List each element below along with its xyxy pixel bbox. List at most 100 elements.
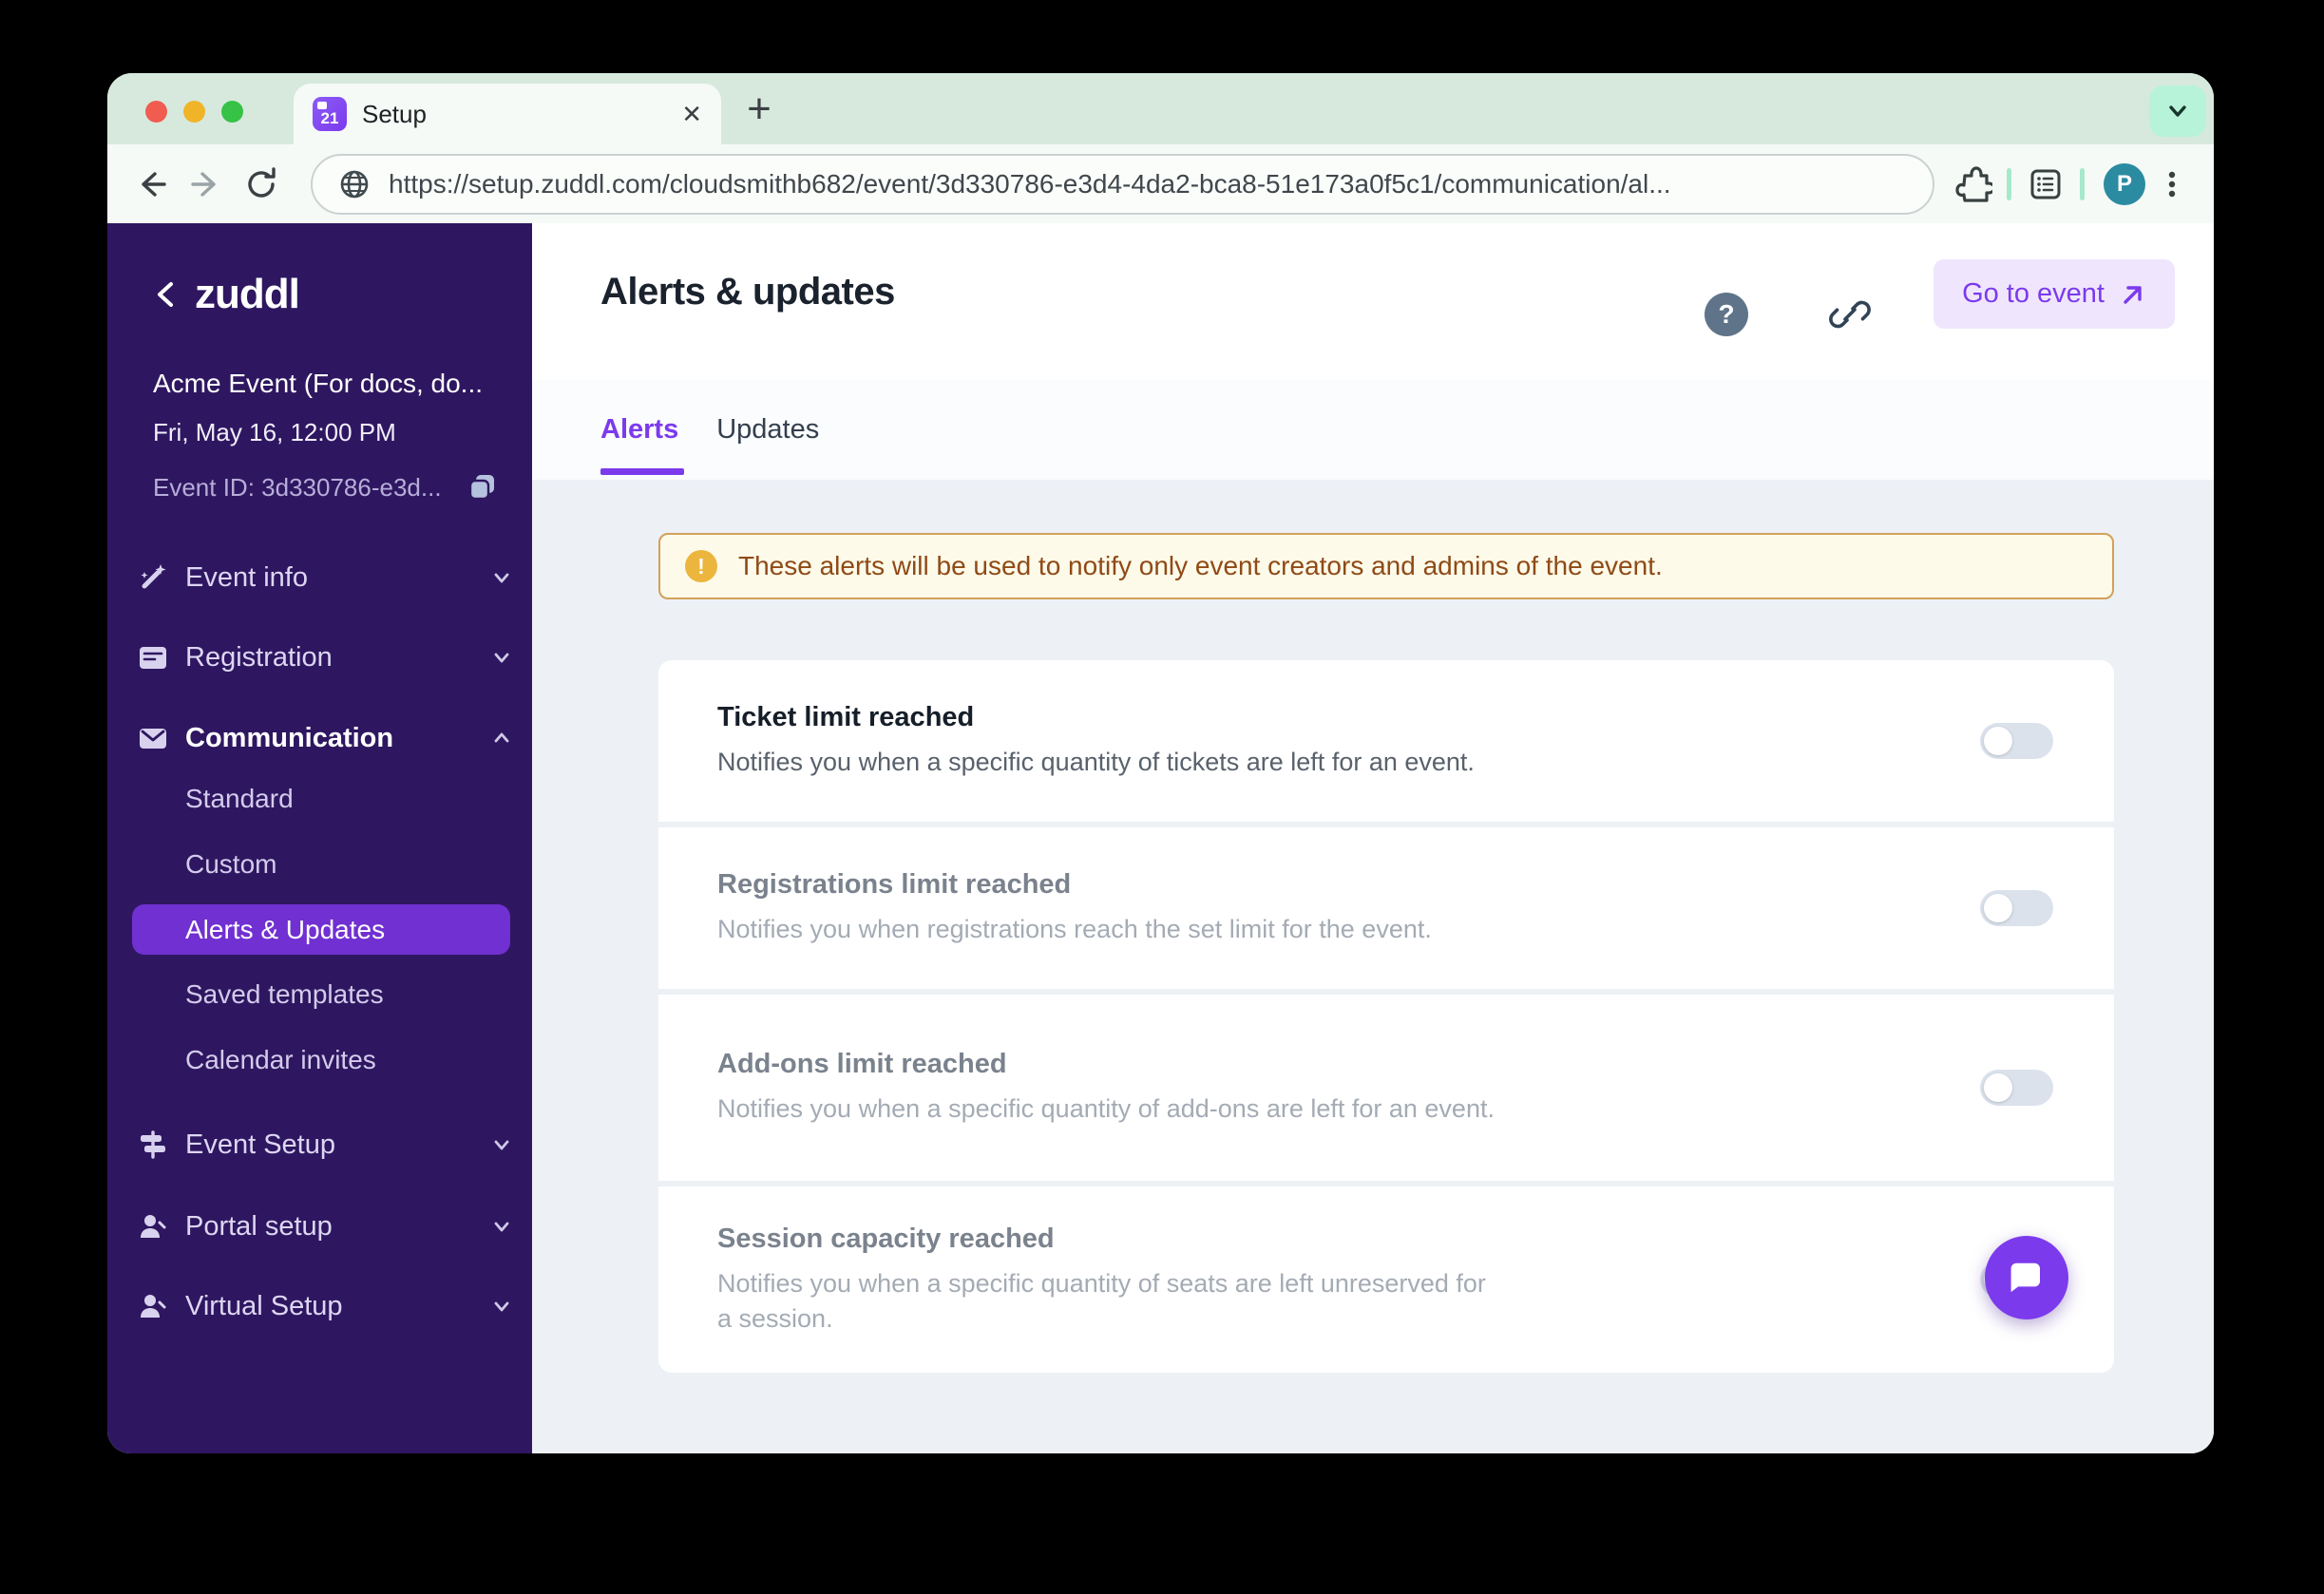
go-to-event-label: Go to event (1962, 278, 2105, 309)
banner-text: These alerts will be used to notify only… (738, 551, 1663, 580)
sidebar-item-label: Registration (185, 641, 333, 673)
window-controls (145, 101, 243, 123)
close-window-button[interactable] (145, 101, 167, 123)
extensions-button[interactable] (1952, 163, 1993, 205)
sidebar-item-custom[interactable]: Custom (107, 844, 532, 884)
forward-button[interactable] (185, 163, 227, 205)
sidebar: zuddl Acme Event (For docs, do... Fri, M… (107, 223, 532, 1453)
kebab-menu-icon (2168, 171, 2176, 197)
toolbar-separator (2007, 167, 2011, 200)
registration-card-icon (134, 640, 172, 674)
toggle-registrations-limit[interactable] (1980, 890, 2053, 926)
alert-title: Session capacity reached (717, 1224, 1055, 1255)
alert-description: Notifies you when a specific quantity of… (717, 1269, 1486, 1333)
chat-widget-button[interactable] (1985, 1236, 2068, 1319)
copy-link-button[interactable] (1826, 291, 1874, 338)
back-button[interactable] (130, 163, 172, 205)
active-tab-indicator (600, 468, 684, 475)
sidebar-item-calendar-invites[interactable]: Calendar invites (107, 1040, 532, 1080)
sidebar-item-communication[interactable]: Communication (107, 716, 532, 760)
toggle-addons-limit[interactable] (1980, 1070, 2053, 1106)
new-tab-button[interactable]: + (736, 85, 782, 132)
tab-favicon-icon: 21 (313, 97, 347, 131)
link-icon (1829, 300, 1871, 329)
alert-row-registrations-limit: Registrations limit reached Notifies you… (658, 827, 2114, 989)
favicon-text: 21 (320, 109, 339, 127)
alert-texts: Ticket limit reached Notifies you when a… (717, 702, 1475, 779)
alert-description: Notifies you when registrations reach th… (717, 915, 1432, 944)
chat-bubble-icon (2010, 1262, 2040, 1293)
page-title: Alerts & updates (600, 271, 895, 313)
alerts-content: ! These alerts will be used to notify on… (532, 480, 2214, 1453)
event-name: Acme Event (For docs, do... (153, 369, 484, 398)
sidebar-item-label: Communication (185, 722, 394, 753)
minimize-window-button[interactable] (183, 101, 205, 123)
sidebar-item-portal-setup[interactable]: Portal setup (107, 1205, 532, 1248)
alert-description: Notifies you when a specific quantity of… (717, 1094, 1495, 1124)
chevron-down-icon (494, 573, 509, 583)
event-id-row: Event ID: 3d330786-e3d... (107, 470, 532, 504)
favicon-notch (317, 102, 327, 109)
tab-title: Setup (362, 99, 427, 128)
toggle-knob (1984, 727, 2012, 755)
main-panel: Alerts & updates ? Go to event Alerts Up… (532, 223, 2214, 1453)
chevron-down-icon (494, 653, 509, 663)
person-icon (134, 1209, 172, 1243)
sidebar-item-event-setup[interactable]: Event Setup (107, 1123, 532, 1167)
tab-close-icon[interactable]: ✕ (681, 100, 702, 129)
alert-row-addons-limit: Add-ons limit reached Notifies you when … (658, 995, 2114, 1181)
address-bar[interactable]: https://setup.zuddl.com/cloudsmithb682/e… (311, 153, 1934, 215)
sidebar-item-virtual-setup[interactable]: Virtual Setup (107, 1284, 532, 1328)
chevron-down-icon (494, 1140, 509, 1150)
tab-updates[interactable]: Updates (716, 414, 819, 446)
event-id: Event ID: 3d330786-e3d... (153, 472, 442, 502)
copy-icon[interactable] (465, 469, 501, 505)
browser-window: 21 Setup ✕ + https://setup.zuddl.com/clo… (107, 73, 2214, 1453)
sidebar-item-label: Virtual Setup (185, 1290, 343, 1321)
chevron-up-icon (494, 732, 509, 743)
alert-texts: Registrations limit reached Notifies you… (717, 869, 1432, 946)
refresh-icon (248, 166, 276, 198)
reading-list-button[interactable] (2025, 163, 2067, 205)
tab-overview-button[interactable] (2149, 85, 2206, 137)
arrow-up-right-icon (2124, 285, 2142, 304)
tab-alerts[interactable]: Alerts (600, 414, 678, 446)
back-arrow-icon (142, 171, 166, 197)
fullscreen-window-button[interactable] (221, 101, 243, 123)
sidebar-logo-row: zuddl (107, 266, 532, 323)
alert-description: Notifies you when a specific quantity of… (717, 748, 1475, 777)
sidebar-item-label: Event Setup (185, 1129, 335, 1160)
alert-row-ticket-limit: Ticket limit reached Notifies you when a… (658, 660, 2114, 822)
globe-icon (340, 170, 369, 198)
sidebar-item-alerts-updates[interactable]: Alerts & Updates (132, 904, 510, 955)
alert-title: Add-ons limit reached (717, 1049, 1007, 1080)
alert-row-session-capacity: Session capacity reached Notifies you wh… (658, 1186, 2114, 1373)
browser-toolbar: https://setup.zuddl.com/cloudsmithb682/e… (107, 144, 2214, 223)
event-date: Fri, May 16, 12:00 PM (153, 417, 396, 446)
puzzle-icon (1955, 165, 1992, 202)
chevron-down-icon (494, 1222, 509, 1232)
browser-menu-button[interactable] (2151, 163, 2193, 205)
alert-title: Ticket limit reached (717, 702, 975, 733)
sidebar-item-label: Event info (185, 561, 308, 593)
back-chevron-icon[interactable] (153, 278, 178, 311)
tab-strip: 21 Setup ✕ + (107, 73, 2214, 144)
alert-texts: Add-ons limit reached Notifies you when … (717, 1049, 1495, 1126)
sidebar-item-saved-templates[interactable]: Saved templates (107, 975, 532, 1015)
url-text: https://setup.zuddl.com/cloudsmithb682/e… (389, 168, 1671, 199)
sidebar-item-event-info[interactable]: Event info (107, 556, 532, 599)
toggle-ticket-limit[interactable] (1980, 723, 2053, 759)
forward-arrow-icon (191, 171, 216, 197)
chevron-down-icon (2169, 105, 2186, 117)
refresh-button[interactable] (240, 163, 282, 205)
help-button[interactable]: ? (1705, 293, 1748, 336)
profile-avatar[interactable]: P (2104, 162, 2145, 205)
tab-bar: Alerts Updates (532, 380, 2214, 480)
browser-tab-setup[interactable]: 21 Setup ✕ (294, 84, 721, 144)
alerts-list: Ticket limit reached Notifies you when a… (658, 660, 2114, 1373)
sidebar-item-standard[interactable]: Standard (107, 779, 532, 819)
app-area: zuddl Acme Event (For docs, do... Fri, M… (107, 223, 2214, 1453)
go-to-event-button[interactable]: Go to event (1933, 259, 2175, 329)
sidebar-item-registration[interactable]: Registration (107, 636, 532, 679)
zuddl-logo[interactable]: zuddl (195, 271, 300, 318)
